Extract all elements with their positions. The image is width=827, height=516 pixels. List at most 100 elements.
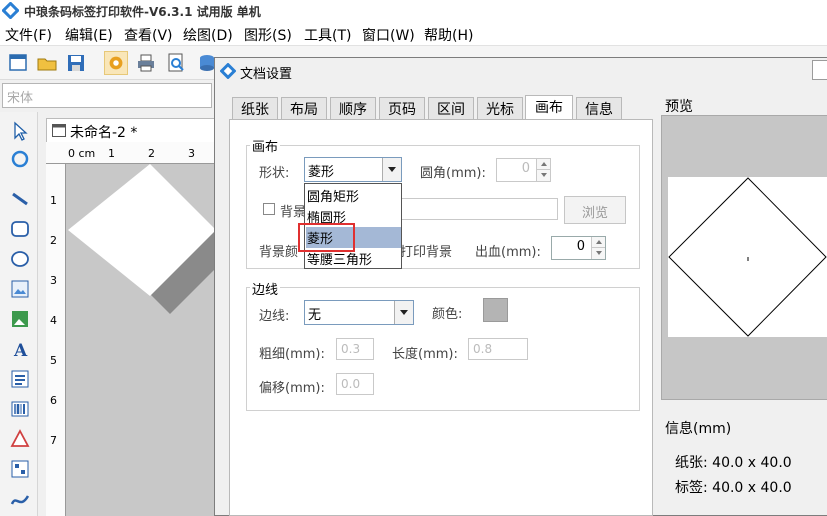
tab-order[interactable]: 顺序 (330, 97, 376, 119)
tab-page-number[interactable]: 页码 (379, 97, 425, 119)
tab-range[interactable]: 区间 (428, 97, 474, 119)
diamond-label-shape (68, 164, 216, 314)
menu-shape[interactable]: 图形(S) (244, 25, 292, 45)
rectangle-tool-icon[interactable] (9, 218, 31, 240)
curve-tool-icon[interactable] (9, 488, 31, 510)
tab-canvas[interactable]: 画布 (525, 95, 573, 120)
ruler-label: 5 (50, 354, 57, 367)
text-tool-icon[interactable]: A (9, 338, 31, 360)
menu-view[interactable]: 查看(V) (124, 25, 173, 45)
dialog-close-button[interactable] (812, 60, 827, 80)
border-color-swatch[interactable] (483, 298, 508, 322)
line-tool-icon[interactable] (9, 188, 31, 210)
canvas-group-title: 画布 (250, 136, 281, 155)
document-tab-label: 未命名-2 * (70, 125, 138, 141)
ruler-label: 1 (50, 194, 57, 207)
border-style-value: 无 (308, 308, 322, 323)
picture-tool-icon[interactable] (9, 308, 31, 330)
spin-up-icon[interactable] (591, 237, 605, 248)
open-folder-icon[interactable] (35, 51, 59, 75)
ruler-label: 4 (50, 314, 57, 327)
menu-window[interactable]: 窗口(W) (362, 25, 415, 45)
tab-paper[interactable]: 纸张 (232, 97, 278, 119)
dialog-logo-icon (220, 63, 236, 79)
horizontal-ruler: 0 cm 1 2 3 (46, 142, 216, 164)
border-width-label: 粗细(mm): (259, 347, 325, 362)
ellipse-tool-icon[interactable] (9, 248, 31, 270)
menu-draw[interactable]: 绘图(D) (183, 25, 233, 45)
rotate-tool-icon[interactable] (9, 148, 31, 170)
bleed-label: 出血(mm): (475, 245, 541, 260)
qrcode-tool-icon[interactable] (9, 458, 31, 480)
preview-paper (668, 177, 827, 337)
save-icon[interactable] (64, 51, 88, 75)
dialog-titlebar[interactable] (215, 58, 827, 84)
ruler-label: 0 cm (68, 147, 96, 160)
browse-button[interactable]: 浏览 (564, 196, 626, 224)
ruler-label: 3 (188, 147, 195, 160)
corner-radius-label: 圆角(mm): (420, 166, 486, 181)
border-style-label: 边线: (259, 309, 290, 324)
svg-text:A: A (13, 341, 28, 360)
offset-label: 偏移(mm): (259, 381, 325, 396)
background-image-checkbox[interactable] (263, 203, 275, 215)
select-pointer-icon[interactable] (9, 120, 31, 142)
rich-text-tool-icon[interactable] (9, 368, 31, 390)
border-group-title: 边线 (250, 279, 281, 298)
corner-radius-value: 0 (521, 161, 530, 176)
print-background-label[interactable]: 打印背景 (400, 241, 452, 260)
shape-option-rounded-rect[interactable]: 圆角矩形 (306, 185, 401, 206)
app-logo-icon (2, 2, 19, 19)
menu-tools[interactable]: 工具(T) (304, 25, 351, 45)
chevron-down-icon[interactable] (382, 158, 401, 181)
label-work-area[interactable] (66, 164, 216, 516)
ruler-label: 1 (108, 147, 115, 160)
chevron-down-icon[interactable] (394, 301, 413, 324)
offset-input[interactable]: 0.0 (336, 373, 374, 395)
info-label-size: 标签: 40.0 x 40.0 (675, 480, 792, 496)
spin-up-icon[interactable] (536, 159, 550, 170)
left-toolbox: A (0, 112, 38, 516)
corner-radius-spinner[interactable]: 0 (496, 158, 551, 182)
menu-help[interactable]: 帮助(H) (424, 25, 473, 45)
callout-highlight-box (298, 223, 355, 252)
ruler-label: 2 (50, 234, 57, 247)
bleed-value: 0 (576, 239, 585, 254)
tab-layout[interactable]: 布局 (281, 97, 327, 119)
ruler-label: 7 (50, 434, 57, 447)
background-image-path[interactable] (400, 198, 558, 220)
tab-cursor[interactable]: 光标 (477, 97, 523, 119)
menu-edit[interactable]: 编辑(E) (65, 25, 113, 45)
print-preview-icon[interactable] (164, 51, 188, 75)
shape-select-value: 菱形 (308, 165, 335, 180)
dialog-title: 文档设置 (240, 67, 293, 82)
dash-length-label: 长度(mm): (392, 347, 458, 362)
background-image-label: 背景 (280, 205, 307, 220)
shape-select[interactable]: 菱形 (304, 157, 402, 182)
info-paper-size: 纸张: 40.0 x 40.0 (675, 455, 792, 471)
app-title: 中琅条码标签打印软件-V6.3.1 试用版 单机 (24, 5, 261, 19)
ruler-label: 6 (50, 394, 57, 407)
image-tool-icon[interactable] (9, 278, 31, 300)
preview-diamond-shape (668, 177, 827, 337)
shape-tool-icon[interactable] (9, 428, 31, 450)
barcode-tool-icon[interactable] (9, 398, 31, 420)
new-document-icon[interactable] (6, 51, 30, 75)
vertical-ruler: 1 2 3 4 5 6 7 (46, 164, 66, 516)
background-color-label: 背景颜 (259, 245, 299, 260)
dash-length-input[interactable]: 0.8 (468, 338, 528, 360)
font-family-combo[interactable]: 宋体 (2, 83, 212, 108)
settings-gear-icon[interactable] (104, 51, 128, 75)
border-style-select[interactable]: 无 (304, 300, 414, 325)
spin-down-icon[interactable] (536, 170, 550, 181)
border-width-input[interactable]: 0.3 (336, 338, 374, 360)
print-icon[interactable] (134, 51, 158, 75)
info-label: 信息(mm) (665, 421, 732, 437)
spin-down-icon[interactable] (591, 248, 605, 259)
menu-bar: 文件(F) 编辑(E) 查看(V) 绘图(D) 图形(S) 工具(T) 窗口(W… (0, 22, 827, 46)
ruler-label: 3 (50, 274, 57, 287)
bleed-spinner[interactable]: 0 (551, 236, 606, 260)
tab-info[interactable]: 信息 (576, 97, 622, 119)
preview-label: 预览 (665, 99, 693, 115)
menu-file[interactable]: 文件(F) (5, 25, 52, 45)
